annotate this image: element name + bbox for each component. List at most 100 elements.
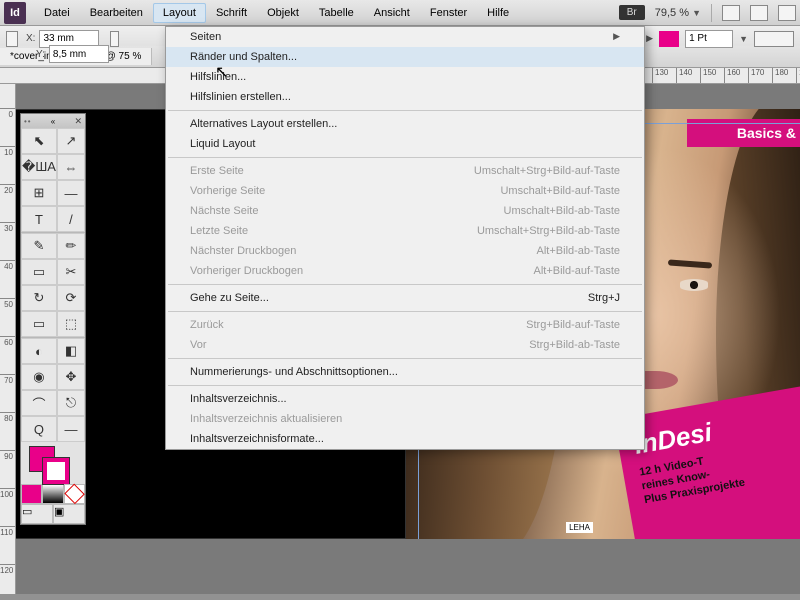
pencil-tool[interactable]: ✎ [21,233,57,259]
menu-bearbeiten[interactable]: Bearbeiten [80,3,153,23]
bridge-button[interactable]: Br [619,5,645,20]
chevron-down-icon[interactable]: ▼ [739,34,748,44]
chevron-down-icon[interactable]: ▶ [646,33,653,44]
collapse-icon[interactable]: « [51,117,55,126]
menu-item-liquid-layout[interactable]: Liquid Layout [166,134,644,154]
pen-tool[interactable]: ✏ [57,233,85,259]
free-transform-tool[interactable]: ↻ [21,285,57,311]
menu-item-label: Inhaltsverzeichnis aktualisieren [190,413,342,425]
reference-point-icon[interactable] [6,31,18,47]
menu-item-r-nder-und-spalten[interactable]: Ränder und Spalten... [166,47,644,67]
menu-datei[interactable]: Datei [34,3,80,23]
rotate-tool[interactable]: ⟳ [57,285,85,311]
line-tool[interactable]: / [57,206,85,232]
menu-item-label: Inhaltsverzeichnis... [190,393,287,405]
menu-separator [168,311,642,312]
leha-label: LEHA [566,522,593,533]
stroke-swatch[interactable] [659,31,679,47]
menu-item-inhaltsverzeichnis[interactable]: Inhaltsverzeichnis... [166,389,644,409]
line-tool[interactable]: — [57,180,85,206]
toolbox-header[interactable]: •• « ✕ [21,114,85,128]
menu-item-label: Gehe zu Seite... [190,292,269,304]
menu-item-n-chste-seite: Nächste SeiteUmschalt+Bild-ab-Taste [166,201,644,221]
view-options-icon[interactable] [722,5,740,21]
menu-tabelle[interactable]: Tabelle [309,3,364,23]
preview-view[interactable]: ▣ [53,504,85,524]
fill-stroke-proxy[interactable] [21,442,85,484]
menu-shortcut: Strg+J [588,292,620,304]
x-label: X: [26,33,35,44]
menu-separator [168,110,642,111]
toolbox: •• « ✕ ⬉↗�ША⇔⊞—T/✎✏▭✂↻⟳▭⬚◐◧◉✥⌒⎋Q—▭▣ [20,113,86,525]
menu-item-zur-ck: ZurückStrg+Bild-auf-Taste [166,315,644,335]
y-input[interactable] [49,45,109,63]
menu-item-alternatives-layout-erstellen[interactable]: Alternatives Layout erstellen... [166,114,644,134]
color-mode-row [21,484,85,504]
menu-item-gehe-zu-seite[interactable]: Gehe zu Seite... Strg+J [166,288,644,308]
layout-menu-dropdown: Seiten▶ Ränder und Spalten... Hilfslinien.… [165,26,645,450]
type-tool[interactable]: T [21,206,57,232]
menu-item-seiten[interactable]: Seiten▶ [166,27,644,47]
menu-item-label: Nächste Seite [190,205,258,217]
menu-item-nummerierungs-und-abschnittsoptionen[interactable]: Nummerierungs- und Abschnittsoptionen... [166,362,644,382]
menu-item-inhaltsverzeichnisformate[interactable]: Inhaltsverzeichnisformate... [166,429,644,449]
gap-tool[interactable]: ⇔ [57,154,85,180]
menu-item-letzte-seite: Letzte SeiteUmschalt+Strg+Bild-ab-Taste [166,221,644,241]
menu-objekt[interactable]: Objekt [257,3,309,23]
menu-item-label: Letzte Seite [190,225,248,237]
menu-item-label: Vorheriger Druckbogen [190,265,303,277]
menu-layout[interactable]: Layout [153,3,206,23]
rectangle-tool[interactable]: ▭ [21,311,57,337]
menu-shortcut: Umschalt+Strg+Bild-auf-Taste [474,165,620,177]
stroke-controls: ▶ ▼ [620,30,794,48]
menu-item-hilfslinien-erstellen[interactable]: Hilfslinien erstellen... [166,87,644,107]
scissors-tool[interactable]: ✂ [57,259,85,285]
view-tool[interactable]: — [57,416,85,442]
menu-item-label: Nummerierungs- und Abschnittsoptionen... [190,366,398,378]
gradient-swatch-tool[interactable]: ◐ [21,338,57,364]
note-tool[interactable]: Q [21,416,57,442]
zoom-tool[interactable]: ⎋ [57,390,85,416]
menu-item-label: Vor [190,339,207,351]
menu-fenster[interactable]: Fenster [420,3,477,23]
rectangle-frame-tool[interactable]: ▭ [21,259,57,285]
menu-item-label: Ränder und Spalten... [190,51,297,63]
apply-none[interactable] [64,484,85,504]
portrait-eye [678,279,710,291]
stroke-weight-input[interactable] [685,30,733,48]
content-collector-tool[interactable]: ⊞ [21,180,57,206]
menu-shortcut: Alt+Bild-auf-Taste [533,265,620,277]
normal-view[interactable]: ▭ [21,504,53,524]
menu-shortcut: Strg+Bild-auf-Taste [526,319,620,331]
menubar: Id Datei Bearbeiten Layout Schrift Objek… [0,0,800,26]
menu-ansicht[interactable]: Ansicht [364,3,420,23]
menu-schrift[interactable]: Schrift [206,3,257,23]
page-tool[interactable]: �ША [21,154,57,180]
menu-shortcut: Umschalt+Bild-auf-Taste [500,185,620,197]
menu-item-label: Alternatives Layout erstellen... [190,118,337,130]
apply-color[interactable] [21,484,42,504]
app-icon: Id [4,2,26,24]
gradient-feather-tool[interactable]: ◧ [57,338,85,364]
direct-selection-tool[interactable]: ↗ [57,128,85,154]
menu-item-erste-seite: Erste SeiteUmschalt+Strg+Bild-auf-Taste [166,161,644,181]
menu-item-label: Nächster Druckbogen [190,245,296,257]
menu-separator [168,358,642,359]
hand-tool[interactable]: ⌒ [21,390,57,416]
apply-gradient[interactable] [42,484,63,504]
eyedropper-tool[interactable]: ◉ [21,364,57,390]
menu-item-hilfslinien[interactable]: Hilfslinien... [166,67,644,87]
arrange-icon[interactable] [778,5,796,21]
polygon-tool[interactable]: ⬚ [57,311,85,337]
vertical-ruler: 0 10 20 30 40 50 60 70 80 90 100 110 120 [0,84,16,594]
screen-mode-icon[interactable] [750,5,768,21]
menu-hilfe[interactable]: Hilfe [477,3,519,23]
zoom-level[interactable]: 79,5 % ▼ [655,7,701,19]
menu-shortcut: Strg+Bild-ab-Taste [529,339,620,351]
stroke-style-icon[interactable] [754,31,794,47]
selection-tool[interactable]: ⬉ [21,128,57,154]
ref2-icon[interactable] [110,31,120,47]
measure-tool[interactable]: ✥ [57,364,85,390]
close-icon[interactable]: ✕ [74,116,82,127]
stroke-proxy[interactable] [43,458,69,484]
